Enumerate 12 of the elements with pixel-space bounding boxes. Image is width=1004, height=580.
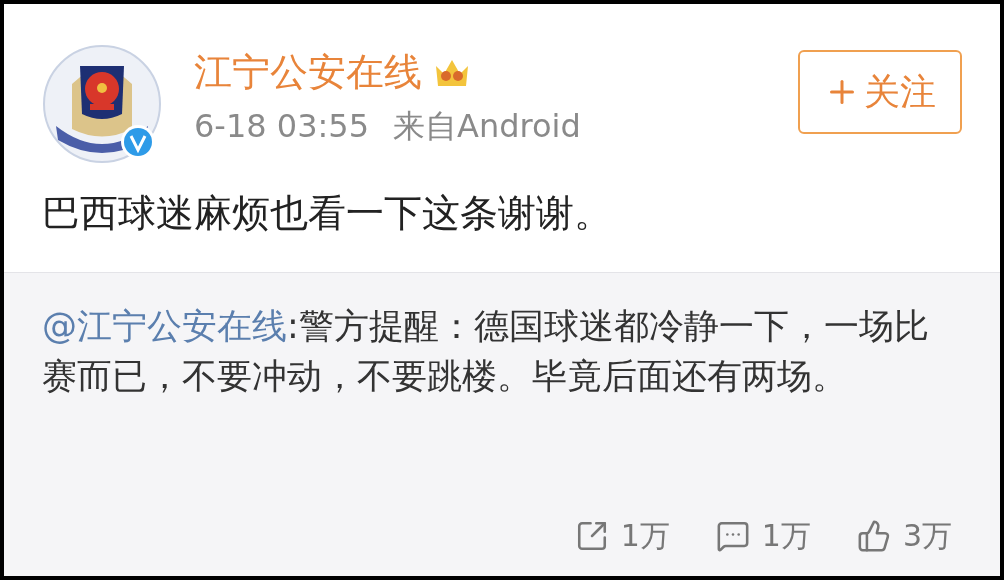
action-button[interactable]: 1万 [715, 513, 811, 558]
quoted-post-text: @江宁公安在线:警方提醒：德国球迷都冷静一下，一场比赛而已，不要冲动，不要跳楼。毕竟后面还有两场。 [42, 305, 930, 398]
mention-link[interactable]: @江宁公安在线 [42, 306, 287, 346]
action-button[interactable]: 1万 [574, 513, 670, 558]
action-button[interactable]: 3万 [856, 513, 952, 558]
post-source: 来自Android [393, 106, 581, 146]
post-text: 巴西球迷麻烦也看一下这条谢谢。 [42, 190, 613, 237]
follow-button[interactable]: 关注 [798, 50, 962, 134]
author-name[interactable]: 江宁公安在线 [194, 48, 422, 96]
thumbs-up-icon [856, 518, 891, 553]
post-time: 6-18 03:55 [194, 106, 369, 146]
police-emblem-avatar-icon[interactable] [42, 44, 162, 164]
